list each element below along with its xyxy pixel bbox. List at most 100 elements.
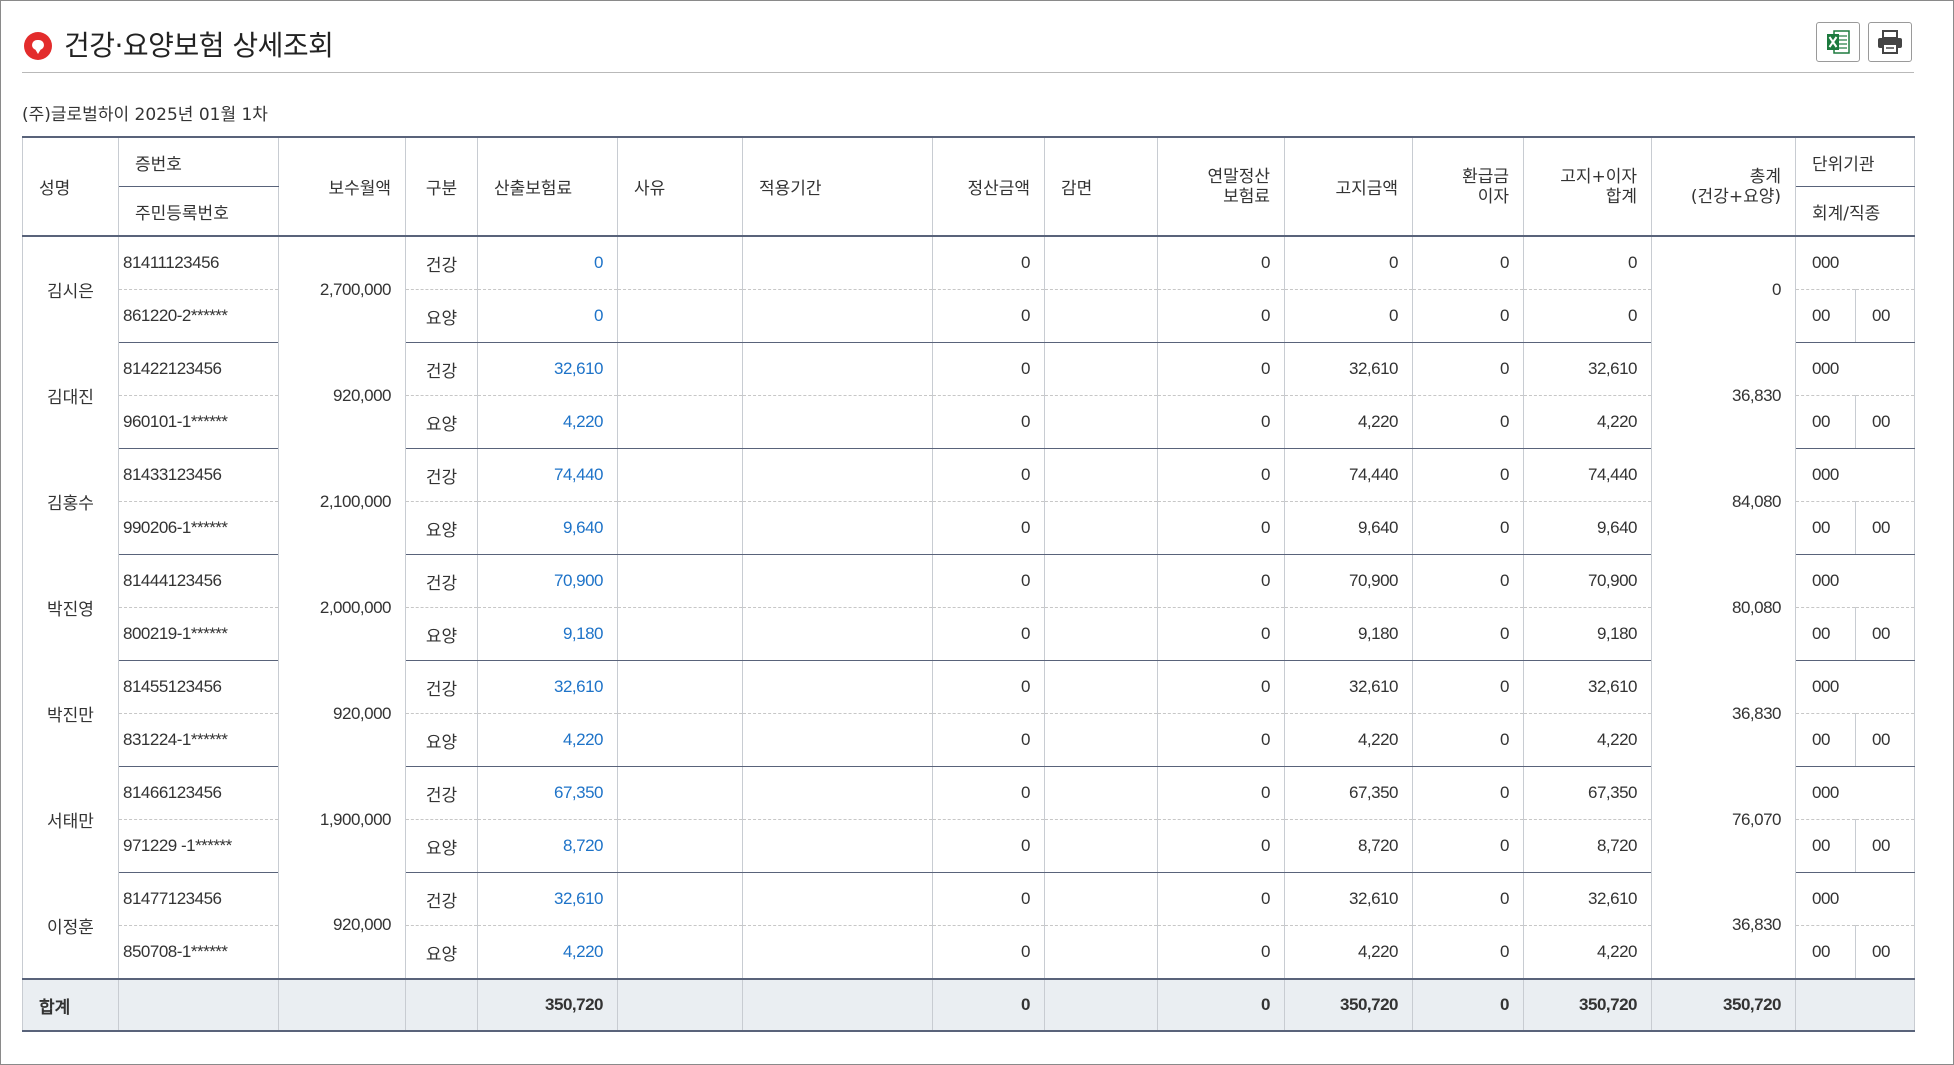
reason-care [617,713,743,767]
excel-export-button[interactable] [1816,22,1860,62]
resident-number: 861220-2****** [118,289,279,343]
calc-premium-care[interactable]: 4,220 [477,395,618,449]
header-period: 적용기간 [742,137,933,237]
unit-org-code: 000 [1795,236,1915,290]
reduction-health [1044,872,1158,926]
reduction-care [1044,501,1158,555]
unit-org-code: 000 [1795,554,1915,608]
employee-name: 김홍수 [22,448,119,555]
yearend-care: 0 [1157,501,1285,555]
category-health: 건강 [405,872,478,926]
refund-interest-care: 0 [1412,289,1524,343]
header-yearend-l1: 연말정산 [1207,166,1270,187]
reason-care [617,289,743,343]
header-card-no: 증번호 [118,137,279,187]
period-health [742,554,933,608]
calc-premium-care[interactable]: 4,220 [477,925,618,980]
reason-health [617,766,743,820]
notice-amount-care: 9,640 [1284,501,1413,555]
reduction-health [1044,342,1158,396]
job-code: 00 [1855,925,1915,980]
period-care [742,395,933,449]
calc-premium-health[interactable]: 70,900 [477,554,618,608]
notice-interest-sum-care: 9,640 [1523,501,1652,555]
category-care: 요양 [405,395,478,449]
notice-amount-health: 32,610 [1284,660,1413,714]
grand-total: 36,830 [1651,660,1796,767]
notice-amount-health: 67,350 [1284,766,1413,820]
header-notice-interest-l1: 고지+이자 [1560,166,1637,187]
header-notice-amount: 고지금액 [1284,137,1413,237]
calc-premium-health[interactable]: 74,440 [477,448,618,502]
reason-health [617,872,743,926]
settle-amount-health: 0 [932,342,1045,396]
grand-total: 36,830 [1651,872,1796,979]
header-yearend-l2: 보험료 [1223,186,1270,207]
totals-label: 합계 [22,978,119,1032]
notice-interest-sum-care: 4,220 [1523,713,1652,767]
notice-interest-sum-health: 32,610 [1523,660,1652,714]
calc-premium-health[interactable]: 32,610 [477,660,618,714]
table-row-health: 김홍수 81433123456 2,100,000 건강 74,440 0 0 74,440 0… [22,448,1915,555]
settle-amount-health: 0 [932,660,1045,714]
yearend-care: 0 [1157,819,1285,873]
refund-interest-care: 0 [1412,819,1524,873]
calc-premium-health[interactable]: 0 [477,236,618,290]
yearend-health: 0 [1157,766,1285,820]
settle-amount-care: 0 [932,501,1045,555]
yearend-health: 0 [1157,342,1285,396]
reason-care [617,607,743,661]
grand-total: 36,830 [1651,342,1796,449]
refund-interest-care: 0 [1412,607,1524,661]
totals-grand-total: 350,720 [1651,978,1796,1032]
category-health: 건강 [405,766,478,820]
notice-amount-care: 4,220 [1284,713,1413,767]
unit-org-code: 000 [1795,448,1915,502]
table-row-health: 이정훈 81477123456 920,000 건강 32,610 0 0 32,610 0 32… [22,872,1915,979]
header-resident-no: 주민등록번호 [118,186,279,237]
account-code: 00 [1795,713,1856,767]
calc-premium-care[interactable]: 9,640 [477,501,618,555]
calc-premium-health[interactable]: 32,610 [477,342,618,396]
calc-premium-care[interactable]: 9,180 [477,607,618,661]
employee-name: 김시은 [22,236,119,343]
refund-interest-care: 0 [1412,925,1524,980]
reduction-health [1044,766,1158,820]
calc-premium-health[interactable]: 67,350 [477,766,618,820]
calc-premium-care[interactable]: 0 [477,289,618,343]
period-care [742,925,933,980]
settle-amount-care: 0 [932,713,1045,767]
category-health: 건강 [405,660,478,714]
refund-interest-care: 0 [1412,713,1524,767]
reason-care [617,819,743,873]
employee-name: 박진영 [22,554,119,661]
settle-amount-care: 0 [932,819,1045,873]
calc-premium-health[interactable]: 32,610 [477,872,618,926]
notice-amount-care: 4,220 [1284,925,1413,980]
yearend-health: 0 [1157,554,1285,608]
yearend-care: 0 [1157,925,1285,980]
print-button[interactable] [1868,22,1912,62]
reduction-care [1044,395,1158,449]
category-health: 건강 [405,448,478,502]
category-health: 건강 [405,236,478,290]
totals-notice-interest-sum: 350,720 [1523,978,1652,1032]
grand-total: 76,070 [1651,766,1796,873]
unit-org-code: 000 [1795,342,1915,396]
settle-amount-care: 0 [932,607,1045,661]
calc-premium-care[interactable]: 8,720 [477,819,618,873]
insurance-detail-table: 성명 증번호 보수월액 구분 산출보험료 사유 적용기간 정산금액 감면 연말정… [22,136,1915,1032]
page-header: 건강·요양보험 상세조회 [22,18,1914,73]
resident-number: 831224-1****** [118,713,279,767]
monthly-pay: 1,900,000 [278,766,406,873]
notice-amount-health: 74,440 [1284,448,1413,502]
reduction-care [1044,607,1158,661]
card-number: 81477123456 [118,872,279,926]
reduction-health [1044,236,1158,290]
settle-amount-health: 0 [932,448,1045,502]
calc-premium-care[interactable]: 4,220 [477,713,618,767]
card-number: 81444123456 [118,554,279,608]
header-total-l1: 총계 [1749,166,1781,187]
notice-interest-sum-care: 8,720 [1523,819,1652,873]
header-settle-amount: 정산금액 [932,137,1045,237]
